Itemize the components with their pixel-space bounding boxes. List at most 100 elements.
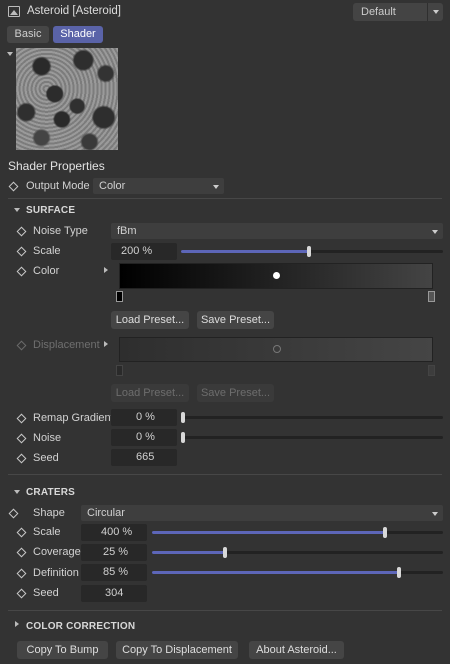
divider: [8, 610, 442, 611]
output-mode-label: Output Mode: [26, 180, 90, 192]
chevron-right-icon[interactable]: [104, 267, 108, 273]
coverage-slider[interactable]: [152, 547, 443, 558]
crater-scale-slider[interactable]: [152, 527, 443, 538]
noise-slider[interactable]: [181, 432, 443, 443]
shape-dropdown[interactable]: Circular: [81, 505, 443, 521]
crater-seed-value: 304: [105, 587, 124, 599]
color-correction-group-title[interactable]: COLOR CORRECTION: [26, 621, 135, 632]
collapse-preview-icon[interactable]: [7, 52, 13, 56]
chevron-down-icon: [432, 512, 438, 516]
save-preset-button[interactable]: Save Preset...: [197, 311, 274, 329]
about-button[interactable]: About Asteroid...: [249, 641, 344, 659]
load-preset-button-disabled: Load Preset...: [111, 384, 189, 402]
shader-preview: [16, 48, 118, 150]
definition-label: Definition: [33, 567, 79, 579]
definition-field[interactable]: 85 %: [81, 564, 147, 581]
gradient-stop: [428, 365, 435, 376]
image-icon: [8, 6, 20, 17]
seed-field[interactable]: 665: [111, 449, 177, 466]
slider-handle[interactable]: [307, 246, 311, 257]
crater-seed-label: Seed: [33, 587, 59, 599]
remap-gradient-slider[interactable]: [181, 412, 443, 423]
preset-dropdown[interactable]: Default: [353, 3, 443, 21]
definition-slider[interactable]: [152, 567, 443, 578]
keyframe-diamond-icon[interactable]: [16, 266, 27, 277]
slider-fill: [152, 531, 385, 534]
scale-label: Scale: [33, 245, 61, 257]
tab-basic[interactable]: Basic: [7, 26, 49, 43]
chevron-right-icon[interactable]: [15, 621, 19, 627]
scale-value: 200 %: [121, 245, 153, 257]
crater-scale-field[interactable]: 400 %: [81, 524, 147, 541]
copy-to-bump-button[interactable]: Copy To Bump: [17, 641, 108, 659]
copy-to-displacement-button[interactable]: Copy To Displacement: [116, 641, 238, 659]
noise-label: Noise: [33, 432, 62, 444]
keyframe-diamond-icon[interactable]: [16, 588, 27, 599]
scale-slider[interactable]: [181, 246, 443, 257]
keyframe-diamond-icon[interactable]: [16, 226, 27, 237]
remap-gradient-value: 0 %: [136, 411, 155, 423]
keyframe-diamond-icon: [16, 340, 27, 351]
keyframe-diamond-icon[interactable]: [16, 413, 27, 424]
remap-gradient-field[interactable]: 0 %: [111, 409, 177, 426]
seed-value: 665: [136, 451, 155, 463]
keyframe-diamond-icon[interactable]: [16, 527, 27, 538]
crater-scale-value: 400 %: [101, 526, 133, 538]
section-title: Shader Properties: [8, 159, 105, 173]
gradient-bias-knob: [273, 345, 281, 353]
keyframe-diamond-icon[interactable]: [16, 547, 27, 558]
noise-type-label: Noise Type: [33, 225, 88, 237]
scale-field[interactable]: 200 %: [111, 243, 177, 260]
object-title: Asteroid [Asteroid]: [27, 5, 121, 17]
gradient-stop[interactable]: [428, 291, 435, 302]
color-label: Color: [33, 265, 60, 277]
load-preset-button[interactable]: Load Preset...: [111, 311, 189, 329]
keyframe-diamond-icon[interactable]: [16, 433, 27, 444]
tab-shader[interactable]: Shader: [53, 26, 103, 43]
surface-group-title[interactable]: SURFACE: [26, 205, 75, 216]
shape-label: Shape: [33, 507, 65, 519]
slider-fill: [152, 571, 399, 574]
dropdown-separator: [427, 3, 428, 21]
definition-value: 85 %: [103, 566, 129, 578]
seed-label: Seed: [33, 452, 59, 464]
noise-field[interactable]: 0 %: [111, 429, 177, 446]
chevron-right-icon[interactable]: [104, 341, 108, 347]
keyframe-diamond-icon[interactable]: [16, 246, 27, 257]
coverage-label: Coverage: [33, 546, 81, 558]
preset-value: Default: [361, 6, 396, 18]
noise-type-dropdown[interactable]: fBm: [111, 223, 443, 239]
slider-handle[interactable]: [397, 567, 401, 578]
coverage-value: 25 %: [103, 546, 129, 558]
divider: [8, 198, 442, 199]
chevron-down-icon: [433, 10, 439, 14]
chevron-down-icon[interactable]: [14, 208, 20, 212]
keyframe-diamond-icon[interactable]: [8, 181, 19, 192]
coverage-field[interactable]: 25 %: [81, 544, 147, 561]
displacement-label: Displacement: [33, 339, 100, 351]
slider-fill: [181, 250, 309, 253]
gradient-stop[interactable]: [116, 291, 123, 302]
noise-value: 0 %: [136, 431, 155, 443]
slider-fill: [152, 551, 225, 554]
output-mode-dropdown[interactable]: Color: [93, 178, 224, 194]
slider-handle[interactable]: [181, 432, 185, 443]
craters-group-title[interactable]: CRATERS: [26, 487, 75, 498]
chevron-down-icon[interactable]: [14, 490, 20, 494]
slider-handle[interactable]: [223, 547, 227, 558]
keyframe-diamond-icon[interactable]: [8, 508, 19, 519]
gradient-stop: [116, 365, 123, 376]
output-mode-value: Color: [99, 180, 126, 192]
crater-scale-label: Scale: [33, 526, 61, 538]
save-preset-button-disabled: Save Preset...: [197, 384, 274, 402]
chevron-down-icon: [432, 230, 438, 234]
slider-handle[interactable]: [181, 412, 185, 423]
remap-gradient-label: Remap Gradient: [33, 412, 114, 424]
slider-handle[interactable]: [383, 527, 387, 538]
keyframe-diamond-icon[interactable]: [16, 453, 27, 464]
noise-type-value: fBm: [117, 225, 137, 237]
color-gradient[interactable]: [119, 263, 433, 289]
crater-seed-field[interactable]: 304: [81, 585, 147, 602]
keyframe-diamond-icon[interactable]: [16, 568, 27, 579]
gradient-bias-knob[interactable]: [272, 271, 281, 280]
